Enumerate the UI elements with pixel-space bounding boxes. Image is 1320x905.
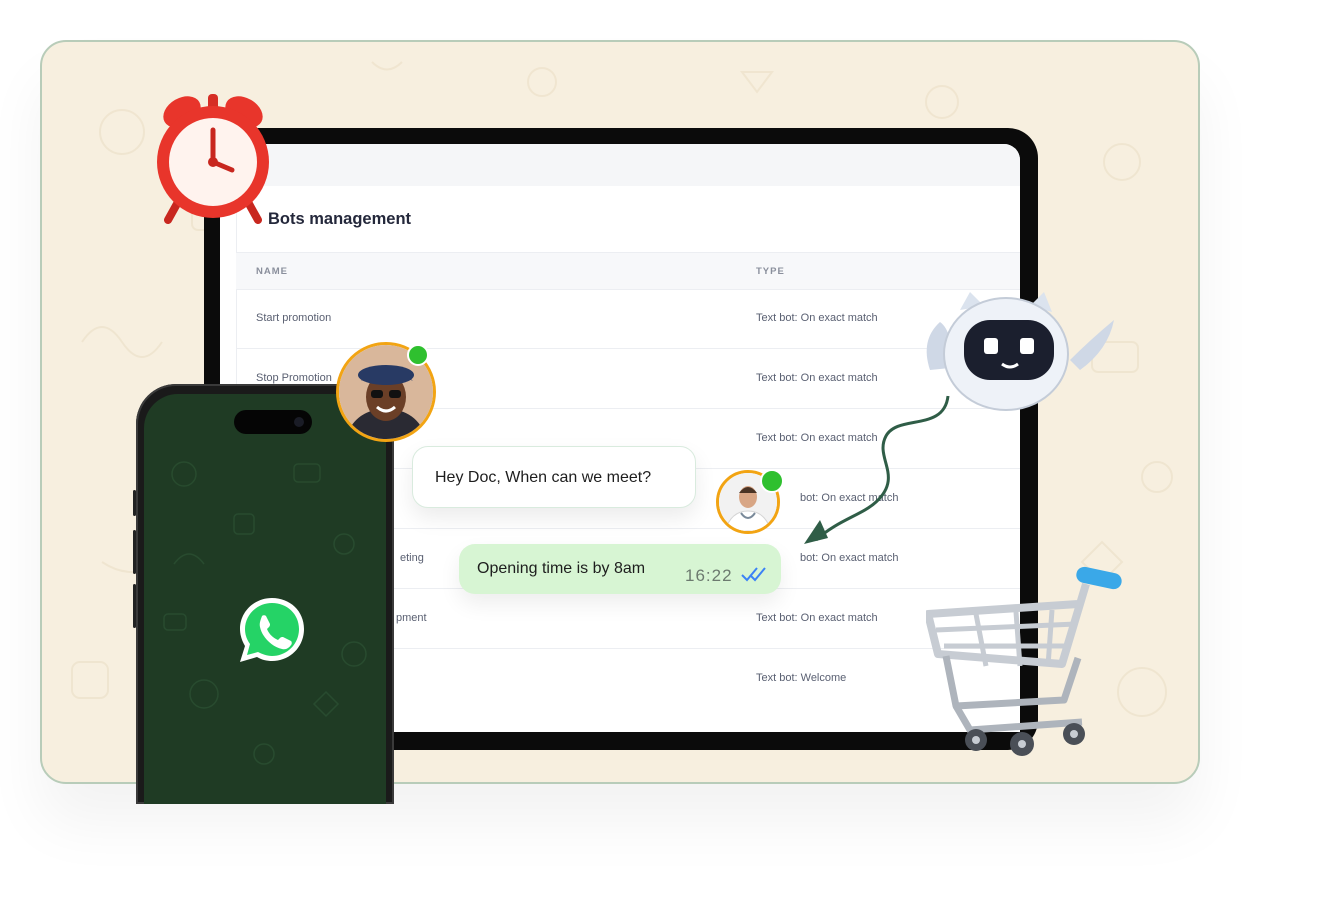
bot-name: Stop Promotion: [256, 372, 332, 384]
phone-screen: [144, 394, 386, 804]
bot-name: pment: [396, 612, 427, 624]
table-row[interactable]: Start promotion Text bot: On exact match: [236, 288, 1020, 349]
shopping-cart-icon: [926, 566, 1122, 756]
table-header: NAME TYPE: [236, 252, 1020, 290]
incoming-message-bubble[interactable]: Hey Doc, When can we meet?: [412, 446, 696, 508]
arrow-icon: [804, 395, 950, 544]
bot-type: Text bot: Welcome: [756, 672, 847, 684]
column-header-name: NAME: [256, 266, 288, 277]
message-timestamp: 16:22: [685, 566, 733, 585]
bot-type: Text bot: On exact match: [756, 612, 878, 624]
dynamic-island: [234, 410, 312, 434]
bot-name: Start promotion: [256, 312, 332, 324]
incoming-message-text: Hey Doc, When can we meet?: [435, 469, 652, 486]
double-check-icon: [741, 567, 766, 582]
bot-type: Text bot: On exact match: [756, 312, 878, 324]
online-status-dot: [407, 344, 429, 366]
bot-name: eting: [400, 552, 424, 564]
column-header-type: TYPE: [756, 266, 785, 277]
whatsapp-icon[interactable]: [236, 594, 308, 666]
alarm-clock-icon: [157, 94, 269, 224]
bot-type: Text bot: On exact match: [756, 372, 878, 384]
phone-device: [133, 384, 394, 804]
outgoing-message-bubble[interactable]: Opening time is by 8am 16:22: [459, 544, 781, 594]
volume-down-button: [133, 584, 136, 628]
online-status-dot: [760, 469, 784, 493]
volume-up-button: [133, 530, 136, 574]
page-title: Bots management: [268, 210, 412, 228]
side-button: [133, 490, 136, 516]
outgoing-message-text: Opening time is by 8am: [477, 560, 646, 577]
bot-type: bot: On exact match: [800, 552, 899, 564]
